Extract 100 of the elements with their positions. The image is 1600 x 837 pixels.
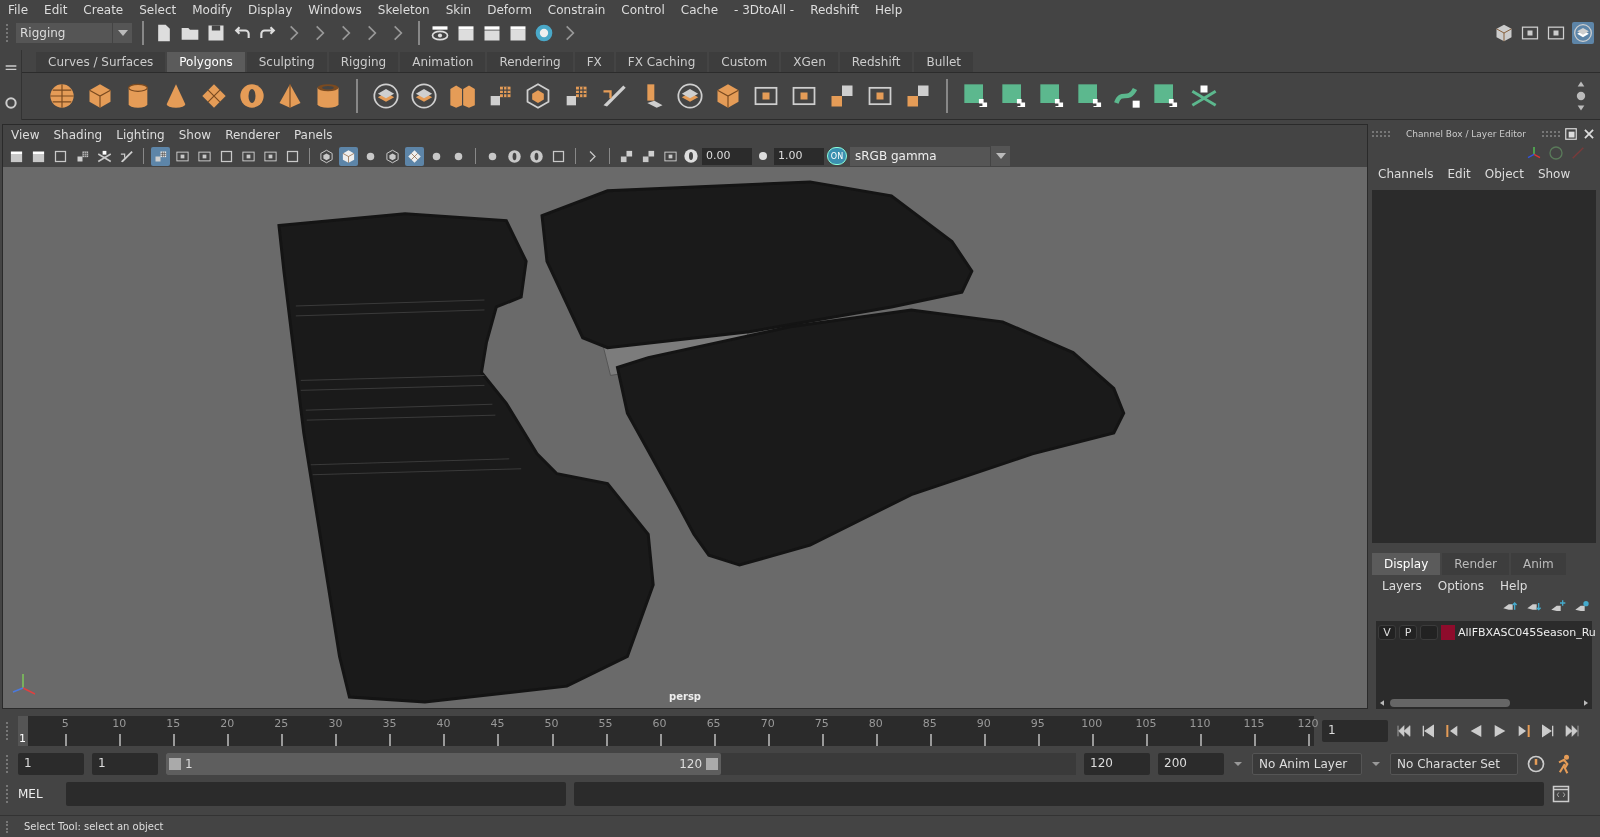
layer-tab[interactable]: Display: [1372, 553, 1441, 575]
shelf-tab[interactable]: Bullet: [914, 52, 974, 72]
close-icon[interactable]: [1582, 127, 1596, 141]
next-key-icon[interactable]: [1516, 723, 1532, 739]
go-to-start-icon[interactable]: [1396, 723, 1412, 739]
ipr-icon[interactable]: [482, 23, 502, 43]
shelf-tab[interactable]: FX Caching: [615, 52, 708, 72]
shelf-tab[interactable]: Rendering: [487, 52, 573, 72]
checker-square-icon[interactable]: [962, 82, 990, 110]
menu-item[interactable]: Renderer: [225, 128, 280, 142]
save-icon[interactable]: [206, 23, 226, 43]
menu-item[interactable]: Help: [1500, 579, 1528, 593]
visibility-toggle[interactable]: V: [1378, 624, 1396, 640]
scroll-left-icon[interactable]: [1378, 699, 1386, 707]
playback-end-field[interactable]: 120: [1084, 753, 1150, 775]
menu-item[interactable]: Redshift: [810, 3, 859, 17]
menu-item[interactable]: Constrain: [547, 3, 606, 17]
shelf-tab[interactable]: FX: [574, 52, 614, 72]
range-slider[interactable]: 1 120: [166, 753, 1076, 775]
menu-item[interactable]: Control: [621, 3, 665, 17]
menu-item[interactable]: - 3DtoAll -: [734, 3, 795, 17]
script-editor-icon[interactable]: [1552, 785, 1570, 803]
menu-item[interactable]: Skeleton: [377, 3, 430, 17]
menu-item[interactable]: Modify: [192, 3, 232, 17]
layer-tab[interactable]: Anim: [1510, 553, 1566, 575]
render-settings-icon[interactable]: [508, 23, 528, 43]
shelf-tab[interactable]: Curves / Surfaces: [36, 52, 166, 72]
menu-item[interactable]: Panels: [293, 128, 333, 142]
menu-item[interactable]: Deform: [487, 3, 532, 17]
checker-square-icon[interactable]: [1038, 82, 1066, 110]
menu-item[interactable]: Options: [1437, 579, 1485, 593]
exposure-field[interactable]: 0.00: [702, 147, 752, 165]
stacked-planes-icon[interactable]: [676, 82, 704, 110]
layer-tab[interactable]: Render: [1442, 553, 1509, 575]
shelf-tab[interactable]: Custom: [709, 52, 780, 72]
layer-name[interactable]: AllFBXASC045Season_Ru: [1458, 625, 1596, 639]
command-language-label[interactable]: MEL: [18, 787, 58, 801]
scroll-down-icon[interactable]: [1576, 103, 1586, 113]
clapper-icon[interactable]: [456, 23, 476, 43]
start-time-field[interactable]: 1: [18, 753, 84, 775]
go-to-end-icon[interactable]: [1564, 723, 1580, 739]
menu-item[interactable]: Skin: [445, 3, 472, 17]
menu-item[interactable]: File: [8, 3, 29, 17]
menu-item[interactable]: View: [11, 128, 40, 142]
channel-box-icon[interactable]: [1573, 23, 1593, 43]
current-frame-field[interactable]: 1: [1322, 720, 1388, 742]
display-type-toggle[interactable]: [1420, 624, 1438, 640]
menu-item[interactable]: Display: [248, 3, 293, 17]
modeling-toolkit-icon[interactable]: [1494, 23, 1514, 43]
cube-icon[interactable]: [714, 82, 742, 110]
menu-item[interactable]: Create: [83, 3, 124, 17]
render-view-icon[interactable]: [430, 23, 450, 43]
cube-icon[interactable]: [86, 82, 114, 110]
diamond-icon[interactable]: [200, 82, 228, 110]
playback-start-field[interactable]: 1: [92, 753, 158, 775]
step-forward-icon[interactable]: [1540, 723, 1556, 739]
menu-item[interactable]: Show: [178, 128, 212, 142]
menu-item[interactable]: Layers: [1382, 579, 1422, 593]
menu-item[interactable]: Edit: [44, 3, 68, 17]
menu-item[interactable]: Channels: [1378, 167, 1434, 181]
shelf-tab[interactable]: Rigging: [328, 52, 399, 72]
gamma-field[interactable]: 1.00: [774, 147, 824, 165]
toolbar-button[interactable]: [151, 146, 170, 166]
menu-item[interactable]: Shading: [53, 128, 103, 142]
menu-item[interactable]: Edit: [1447, 167, 1471, 181]
menu-item[interactable]: Select: [139, 3, 177, 17]
range-slider-bar[interactable]: 1 120: [166, 753, 722, 775]
step-back-key-icon[interactable]: [1420, 723, 1436, 739]
shelf-tab[interactable]: Sculpting: [246, 52, 327, 72]
menu-item[interactable]: Show: [1537, 167, 1571, 181]
scroll-dot-icon[interactable]: [1576, 91, 1586, 101]
shelf-tab[interactable]: Polygons: [167, 52, 245, 72]
float-icon[interactable]: [1564, 127, 1578, 141]
end-time-field[interactable]: 200: [1158, 753, 1224, 775]
menu-item[interactable]: Windows: [308, 3, 362, 17]
manipulator-icon[interactable]: [1526, 145, 1542, 161]
menu-item[interactable]: Cache: [680, 3, 719, 17]
character-set-dropdown[interactable]: No Character Set: [1390, 753, 1518, 775]
color-management-toggle[interactable]: ON: [827, 147, 847, 165]
checker-square-icon[interactable]: [1000, 82, 1028, 110]
shelf-tab[interactable]: Redshift: [839, 52, 913, 72]
shelf-tab[interactable]: XGen: [781, 52, 838, 72]
playback-toggle[interactable]: P: [1399, 624, 1417, 640]
anim-layer-dropdown[interactable]: No Anim Layer: [1252, 753, 1362, 775]
scrollbar-thumb[interactable]: [1390, 699, 1510, 707]
command-input[interactable]: [66, 782, 566, 806]
current-frame-indicator[interactable]: 1: [18, 716, 28, 746]
shelf-tab[interactable]: Animation: [400, 52, 486, 72]
layer-color-swatch[interactable]: [1441, 624, 1455, 640]
toolbar-button[interactable]: [339, 146, 358, 166]
stacked-planes-icon[interactable]: [372, 82, 400, 110]
menu-item[interactable]: Object: [1484, 167, 1524, 181]
scroll-up-icon[interactable]: [1576, 79, 1586, 89]
torus-icon[interactable]: [238, 82, 266, 110]
scroll-right-icon[interactable]: [1582, 699, 1590, 707]
target-icon[interactable]: [534, 23, 554, 43]
cube-outline-icon[interactable]: [524, 82, 552, 110]
menu-item[interactable]: Help: [874, 3, 903, 17]
settings-icon[interactable]: [2, 94, 19, 111]
stacked-planes-icon[interactable]: [410, 82, 438, 110]
